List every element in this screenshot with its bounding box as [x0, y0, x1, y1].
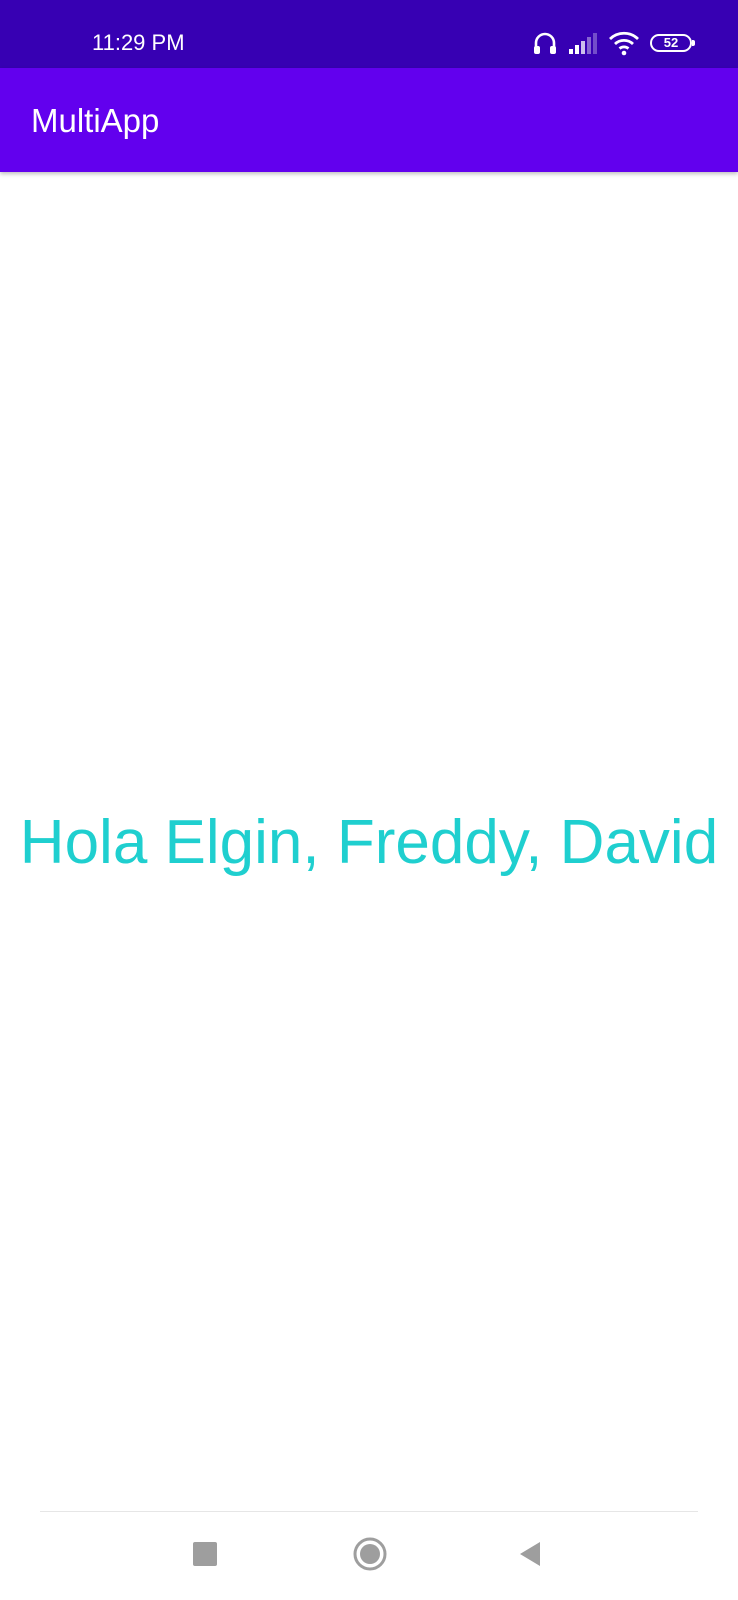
home-icon [352, 1536, 388, 1577]
back-button[interactable] [508, 1534, 552, 1578]
battery-level: 52 [663, 35, 679, 50]
back-icon [517, 1540, 543, 1573]
app-bar: MultiApp [0, 68, 738, 172]
headset-icon [532, 30, 558, 56]
status-bar: 11:29 PM 52 [0, 0, 738, 68]
wifi-icon [608, 30, 640, 56]
app-title: MultiApp [31, 102, 160, 139]
signal-icon [568, 31, 598, 55]
status-icons: 52 [532, 28, 695, 58]
battery-icon: 52 [650, 34, 695, 52]
home-button[interactable] [348, 1534, 392, 1578]
status-time: 11:29 PM [92, 30, 185, 55]
recents-button[interactable] [183, 1534, 227, 1578]
greeting-text: Hola Elgin, Freddy, David [19, 808, 719, 877]
navigation-bar [0, 1512, 738, 1600]
recents-icon [192, 1541, 218, 1572]
